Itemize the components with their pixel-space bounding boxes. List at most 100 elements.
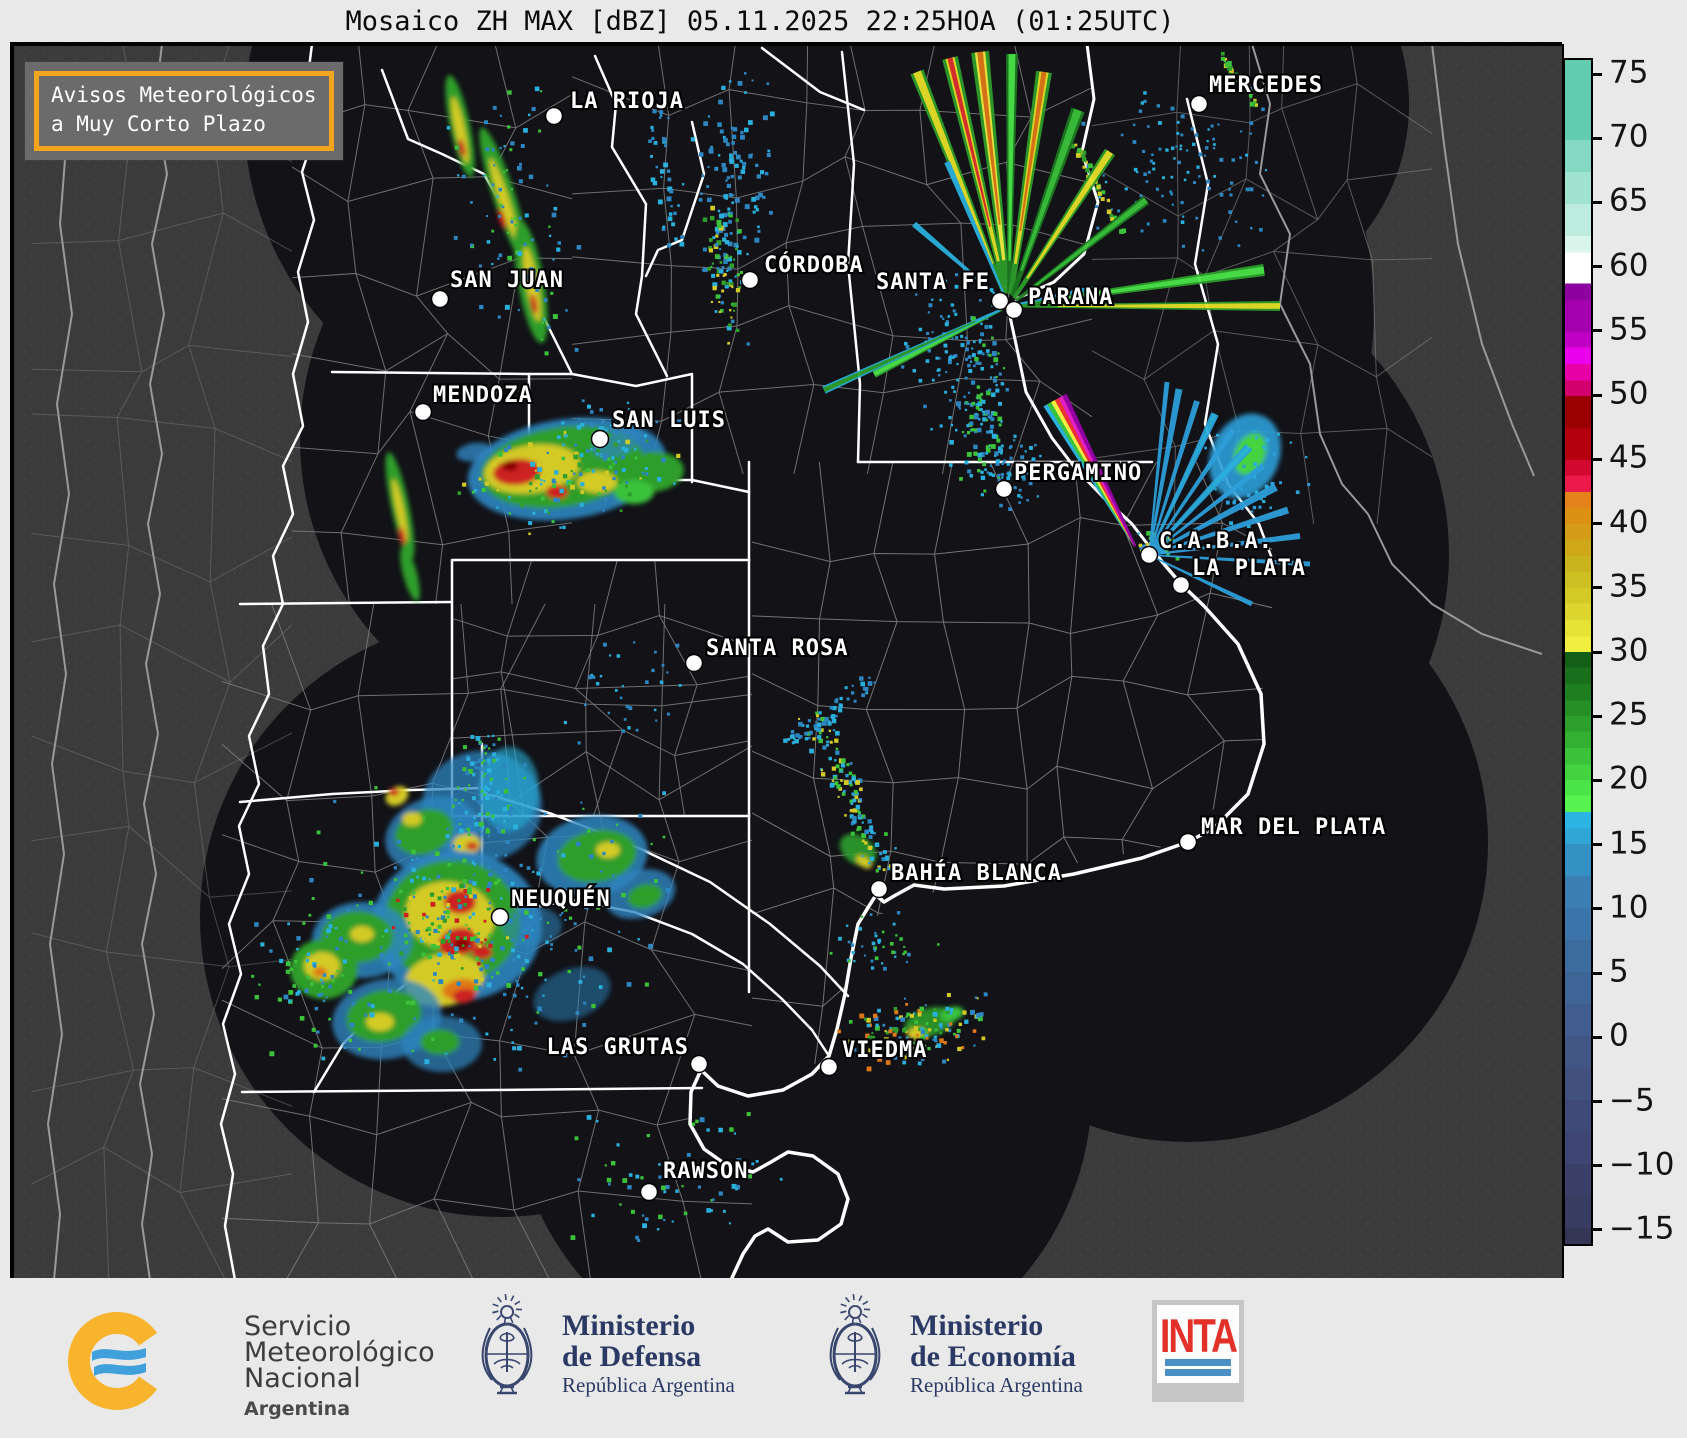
- defensa-line2: de Defensa: [562, 1341, 735, 1372]
- city-dot: [686, 655, 703, 672]
- city-label: C.A.B.A.: [1159, 529, 1273, 554]
- smn-sub: Argentina: [244, 1396, 435, 1422]
- colorbar-tick-mark: [1593, 715, 1602, 718]
- city-label: LA PLATA: [1192, 556, 1306, 581]
- city-dot: [415, 404, 432, 421]
- colorbar-tick-label: 15: [1609, 825, 1648, 861]
- footer: Servicio Meteorológico Nacional Argentin…: [0, 1278, 1687, 1438]
- city-label: PARANA: [1028, 285, 1113, 310]
- colorbar-tick-label: 20: [1609, 761, 1648, 797]
- colorbar-scale: [1563, 58, 1593, 1246]
- city-dot: [492, 909, 509, 926]
- warning-badge-frame: Avisos Meteorológicos a Muy Corto Plazo: [34, 71, 334, 151]
- colorbar-tick-mark: [1593, 779, 1602, 782]
- colorbar-tick-label: −15: [1609, 1210, 1674, 1246]
- colorbar-tick-mark: [1593, 522, 1602, 525]
- inta-label: INTA: [1159, 1311, 1237, 1364]
- city-dot: [546, 108, 563, 125]
- colorbar-tick-label: −5: [1609, 1082, 1655, 1118]
- colorbar-tick-label: −10: [1609, 1146, 1674, 1182]
- city-label: SANTA ROSA: [706, 636, 848, 661]
- inta-logo-card: INTA: [1157, 1305, 1239, 1383]
- colorbar-tick-label: 60: [1609, 247, 1648, 283]
- city-label: RAWSON: [663, 1159, 748, 1184]
- city-label: SAN LUIS: [612, 408, 726, 433]
- radar-map-canvas: LA RIOJA SAN JUAN CÓRDOBA MENDOZA SAN LUIS SA…: [12, 44, 1564, 1280]
- inta-bar-icon: [1165, 1369, 1231, 1376]
- colorbar-tick-label: 45: [1609, 440, 1648, 476]
- ministerio-defensa-logo: Ministerio de Defensa República Argentin…: [470, 1288, 820, 1428]
- city-label: LAS GRUTAS: [547, 1035, 689, 1060]
- city-dot: [742, 272, 759, 289]
- city-label: NEUQUÉN: [511, 886, 611, 912]
- city-dot: [1141, 547, 1158, 564]
- city-label: MAR DEL PLATA: [1201, 815, 1386, 840]
- colorbar-tick-mark: [1593, 1228, 1602, 1231]
- colorbar-tick-label: 55: [1609, 311, 1648, 347]
- city-dot: [996, 481, 1013, 498]
- colorbar-tick-mark: [1593, 1164, 1602, 1167]
- colorbar-tick-label: 35: [1609, 568, 1648, 604]
- city-dot: [1191, 96, 1208, 113]
- coat-of-arms-icon: [470, 1292, 544, 1410]
- colorbar-tick-label: 75: [1609, 55, 1648, 91]
- city-label: SANTA FE: [876, 270, 990, 295]
- smn-line3: Nacional: [244, 1366, 435, 1392]
- city-label: BAHÍA BLANCA: [891, 860, 1062, 886]
- city-dot: [1006, 302, 1023, 319]
- colorbar-tick-mark: [1593, 1100, 1602, 1103]
- defensa-sub: República Argentina: [562, 1372, 735, 1398]
- city-label: SAN JUAN: [450, 268, 564, 293]
- ministerio-economia-text: Ministerio de Economía República Argenti…: [910, 1310, 1083, 1398]
- colorbar-tick-label: 25: [1609, 697, 1648, 733]
- smn-logo-icon: [62, 1306, 172, 1416]
- city-label: VIEDMA: [842, 1038, 927, 1063]
- page-title: Mosaico ZH MAX [dBZ] 05.11.2025 22:25HOA…: [0, 6, 1520, 37]
- city-dot: [691, 1056, 708, 1073]
- coat-of-arms-icon: [818, 1292, 892, 1410]
- colorbar-tick-mark: [1593, 651, 1602, 654]
- economia-sub: República Argentina: [910, 1372, 1083, 1398]
- inta-logo: INTA: [1152, 1300, 1244, 1402]
- city-dot: [592, 431, 609, 448]
- colorbar-tick-mark: [1593, 1036, 1602, 1039]
- colorbar-tick-label: 70: [1609, 119, 1648, 155]
- city-dot: [641, 1184, 658, 1201]
- city-label: MENDOZA: [433, 383, 533, 408]
- colorbar-tick-mark: [1593, 394, 1602, 397]
- colorbar-tick-label: 10: [1609, 889, 1648, 925]
- smn-logo-text: Servicio Meteorológico Nacional Argentin…: [244, 1314, 435, 1422]
- defensa-line1: Ministerio: [562, 1310, 735, 1341]
- colorbar-tick-mark: [1593, 843, 1602, 846]
- ministerio-economia-logo: Ministerio de Economía República Argenti…: [818, 1288, 1178, 1428]
- city-label: CÓRDOBA: [764, 252, 864, 278]
- radar-mosaic-page: Mosaico ZH MAX [dBZ] 05.11.2025 22:25HOA…: [0, 0, 1687, 1438]
- colorbar-tick-label: 30: [1609, 633, 1648, 669]
- colorbar-tick-label: 5: [1609, 954, 1629, 990]
- colorbar-tick-label: 40: [1609, 504, 1648, 540]
- colorbar-tick-mark: [1593, 907, 1602, 910]
- colorbar-tick-mark: [1593, 586, 1602, 589]
- colorbar: 757065605550454035302520151050−5−10−15: [1563, 58, 1683, 1250]
- colorbar-tick-label: 50: [1609, 376, 1648, 412]
- smn-logo: Servicio Meteorológico Nacional Argentin…: [62, 1292, 462, 1424]
- colorbar-tick-mark: [1593, 458, 1602, 461]
- city-label: LA RIOJA: [570, 89, 684, 114]
- radar-map: LA RIOJA SAN JUAN CÓRDOBA MENDOZA SAN LUIS SA…: [10, 42, 1562, 1278]
- city-dot: [871, 881, 888, 898]
- city-dot: [1173, 577, 1190, 594]
- warning-badge-line2: a Muy Corto Plazo: [51, 110, 317, 139]
- city-label: MERCEDES: [1209, 73, 1323, 98]
- economia-line1: Ministerio: [910, 1310, 1083, 1341]
- warning-badge-line1: Avisos Meteorológicos: [51, 81, 317, 110]
- economia-line2: de Economía: [910, 1341, 1083, 1372]
- warning-badge: Avisos Meteorológicos a Muy Corto Plazo: [25, 62, 343, 160]
- city-dot: [821, 1059, 838, 1076]
- ministerio-defensa-text: Ministerio de Defensa República Argentin…: [562, 1310, 735, 1398]
- city-label: PERGAMINO: [1014, 461, 1142, 486]
- colorbar-tick-mark: [1593, 73, 1602, 76]
- colorbar-tick-mark: [1593, 329, 1602, 332]
- colorbar-tick-mark: [1593, 137, 1602, 140]
- colorbar-tick-label: 65: [1609, 183, 1648, 219]
- city-dot: [432, 291, 449, 308]
